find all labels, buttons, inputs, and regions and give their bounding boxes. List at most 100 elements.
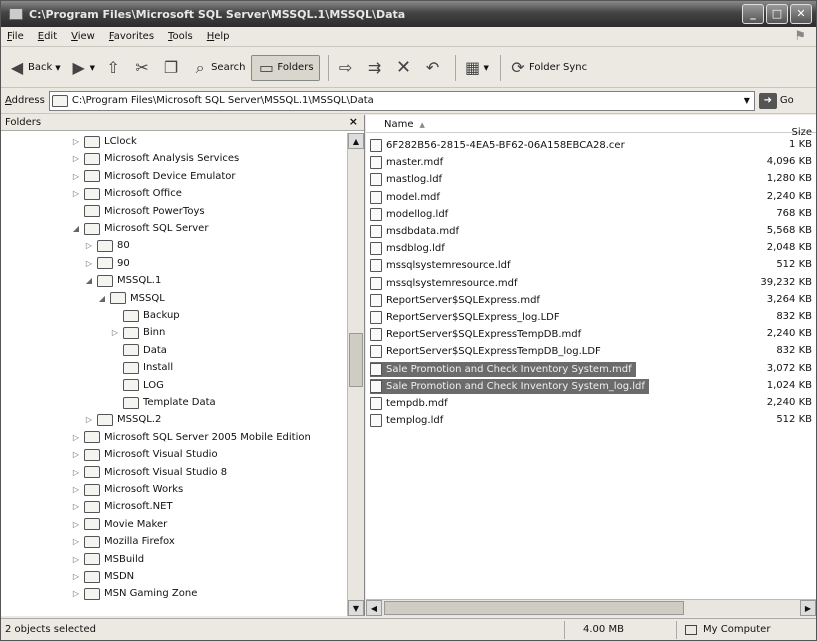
file-row[interactable]: msdblog.ldf 2,048 KB — [366, 240, 816, 256]
file-row[interactable]: templog.ldf 512 KB — [366, 412, 816, 428]
name-column-header[interactable]: Name ▲ — [384, 119, 425, 130]
minimize-button[interactable]: _ — [742, 4, 764, 24]
file-row[interactable]: ReportServer$SQLExpressTempDB_log.LDF 832… — [366, 343, 816, 359]
collapsed-arrow-icon[interactable]: ▷ — [71, 485, 81, 494]
move-to-button[interactable]: ⇨ — [334, 55, 360, 81]
tree-item[interactable]: ▷ Microsoft Works — [71, 481, 183, 498]
file-row[interactable]: ReportServer$SQLExpressTempDB.mdf 2,240 K… — [366, 326, 816, 342]
tree-item[interactable]: ▷ Mozilla Firefox — [71, 533, 175, 550]
tree-item[interactable]: ▷ 90 — [84, 255, 130, 272]
folders-button[interactable]: ▭ Folders — [251, 54, 320, 81]
file-list-scrollbar[interactable]: ◀ ▶ — [366, 599, 816, 616]
collapsed-arrow-icon[interactable]: ▷ — [110, 328, 120, 337]
scroll-up-icon[interactable]: ▲ — [348, 133, 364, 149]
menu-file[interactable]: File — [7, 31, 24, 42]
file-row[interactable]: mastlog.ldf 1,280 KB — [366, 171, 816, 187]
menu-help[interactable]: Help — [207, 31, 230, 42]
file-row[interactable]: mssqlsystemresource.ldf 512 KB — [366, 257, 816, 273]
up-button[interactable]: ⇧ — [101, 55, 127, 81]
tree-item[interactable]: ▷ MSDN — [71, 568, 134, 585]
file-row[interactable]: ReportServer$SQLExpress.mdf 3,264 KB — [366, 292, 816, 308]
collapsed-arrow-icon[interactable]: ▷ — [84, 259, 94, 268]
collapsed-arrow-icon[interactable]: ▷ — [71, 589, 81, 598]
collapsed-arrow-icon[interactable]: ▷ — [71, 172, 81, 181]
tree-item[interactable]: ▷ MSSQL.2 — [84, 411, 161, 428]
close-button[interactable]: ✕ — [790, 4, 812, 24]
go-button[interactable]: ➜ Go — [758, 92, 794, 109]
scroll-thumb[interactable] — [349, 333, 363, 387]
tree-item[interactable]: ◢ Microsoft SQL Server — [71, 220, 208, 237]
tree-item[interactable]: ◢ MSSQL.1 — [84, 272, 161, 289]
file-row[interactable]: ReportServer$SQLExpress_log.LDF 832 KB — [366, 309, 816, 325]
maximize-button[interactable]: □ — [766, 4, 788, 24]
tree-item[interactable]: ▷ Microsoft Device Emulator — [71, 168, 236, 185]
tree-item[interactable]: Microsoft PowerToys — [71, 203, 205, 220]
chevron-down-icon[interactable]: ▼ — [740, 96, 754, 105]
tree-item[interactable]: ▷ MSBuild — [71, 551, 144, 568]
file-row[interactable]: Sale Promotion and Check Inventory Syste… — [366, 378, 816, 394]
tree-item[interactable]: ▷ Microsoft Visual Studio — [71, 446, 218, 463]
file-row[interactable]: tempdb.mdf 2,240 KB — [366, 395, 816, 411]
undo-button[interactable]: ↶ — [421, 55, 447, 81]
collapsed-arrow-icon[interactable]: ▷ — [71, 433, 81, 442]
close-pane-icon[interactable]: × — [349, 115, 358, 128]
scroll-right-icon[interactable]: ▶ — [800, 600, 816, 616]
tree-item[interactable]: ▷ MSN Gaming Zone — [71, 585, 197, 602]
scroll-down-icon[interactable]: ▼ — [348, 600, 364, 616]
tree-item[interactable]: ▷ LClock — [71, 133, 137, 150]
scroll-thumb[interactable] — [384, 601, 684, 615]
tree-item[interactable]: ▷ Microsoft Office — [71, 185, 182, 202]
collapsed-arrow-icon[interactable]: ▷ — [84, 241, 94, 250]
views-button[interactable]: ▦ ▼ — [461, 55, 492, 81]
tree-item[interactable]: ◢ MSSQL — [97, 290, 165, 307]
collapsed-arrow-icon[interactable]: ▷ — [71, 520, 81, 529]
file-row[interactable]: mssqlsystemresource.mdf 39,232 KB — [366, 275, 816, 291]
tree-item[interactable]: ▷ Microsoft Visual Studio 8 — [71, 464, 227, 481]
menu-view[interactable]: View — [71, 31, 95, 42]
tree-item[interactable]: ▷ 80 — [84, 237, 130, 254]
file-row[interactable]: model.mdf 2,240 KB — [366, 189, 816, 205]
back-button[interactable]: ◀ Back ▼ — [5, 55, 64, 81]
copy-button[interactable]: ❐ — [159, 55, 185, 81]
collapsed-arrow-icon[interactable]: ▷ — [84, 415, 94, 424]
expanded-arrow-icon[interactable]: ◢ — [71, 224, 81, 233]
search-button[interactable]: ⌕ Search — [188, 55, 248, 81]
tree-item[interactable]: Template Data — [110, 394, 216, 411]
collapsed-arrow-icon[interactable]: ▷ — [71, 189, 81, 198]
scroll-left-icon[interactable]: ◀ — [366, 600, 382, 616]
expanded-arrow-icon[interactable]: ◢ — [97, 294, 107, 303]
cut-button[interactable]: ✂ — [130, 55, 156, 81]
tree-item[interactable]: ▷ Binn — [110, 324, 165, 341]
collapsed-arrow-icon[interactable]: ▷ — [71, 137, 81, 146]
tree-item[interactable]: ▷ Microsoft SQL Server 2005 Mobile Editio… — [71, 429, 311, 446]
tree-item[interactable]: Backup — [110, 307, 180, 324]
address-field[interactable]: C:\Program Files\Microsoft SQL Server\MS… — [48, 90, 755, 111]
forward-button[interactable]: ▶ ▼ — [67, 55, 98, 81]
file-row[interactable]: 6F282B56-2815-4EA5-BF62-06A158EBCA28.cer… — [366, 137, 816, 153]
tree-item[interactable]: ▷ Movie Maker — [71, 516, 167, 533]
collapsed-arrow-icon[interactable]: ▷ — [71, 468, 81, 477]
tree-item[interactable]: Install — [110, 359, 173, 376]
tree-item[interactable]: ▷ Microsoft.NET — [71, 498, 173, 515]
title-bar[interactable]: C:\Program Files\Microsoft SQL Server\MS… — [1, 1, 816, 27]
tree-item[interactable]: Data — [110, 342, 167, 359]
collapsed-arrow-icon[interactable]: ▷ — [71, 502, 81, 511]
collapsed-arrow-icon[interactable]: ▷ — [71, 450, 81, 459]
file-row[interactable]: msdbdata.mdf 5,568 KB — [366, 223, 816, 239]
copy-to-button[interactable]: ⇉ — [363, 55, 389, 81]
menu-tools[interactable]: Tools — [168, 31, 193, 42]
expanded-arrow-icon[interactable]: ◢ — [84, 276, 94, 285]
folder-sync-button[interactable]: ⟳ Folder Sync — [506, 55, 590, 81]
collapsed-arrow-icon[interactable]: ▷ — [71, 537, 81, 546]
collapsed-arrow-icon[interactable]: ▷ — [71, 555, 81, 564]
file-row[interactable]: Sale Promotion and Check Inventory Syste… — [366, 361, 816, 377]
file-row[interactable]: modellog.ldf 768 KB — [366, 206, 816, 222]
collapsed-arrow-icon[interactable]: ▷ — [71, 572, 81, 581]
menu-edit[interactable]: Edit — [38, 31, 57, 42]
tree-item[interactable]: LOG — [110, 377, 164, 394]
tree-item[interactable]: ▷ Microsoft Analysis Services — [71, 150, 239, 167]
collapsed-arrow-icon[interactable]: ▷ — [71, 154, 81, 163]
folder-tree-scrollbar[interactable]: ▲ ▼ — [347, 133, 364, 616]
file-row[interactable]: master.mdf 4,096 KB — [366, 154, 816, 170]
menu-favorites[interactable]: Favorites — [109, 31, 154, 42]
